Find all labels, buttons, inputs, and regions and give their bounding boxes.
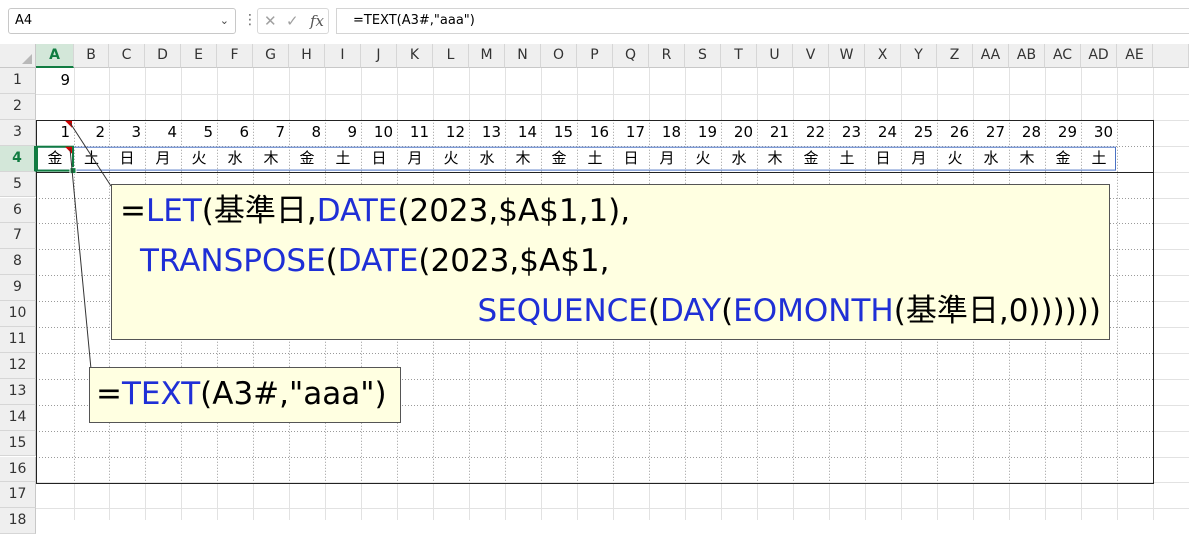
callout-line-1: =TEXT(A3#,"aaa") bbox=[96, 374, 387, 414]
cell-day-29[interactable]: 29 bbox=[1045, 120, 1081, 146]
cell-weekday-2[interactable]: 土 bbox=[74, 146, 109, 172]
let-line2-function-2: DATE bbox=[337, 243, 419, 279]
let-line3-function-0: SEQUENCE bbox=[477, 293, 648, 329]
cell-day-12[interactable]: 12 bbox=[433, 120, 469, 146]
text-line1-text-2: (A3#,"aaa") bbox=[200, 376, 387, 412]
cell-weekday-3[interactable]: 日 bbox=[109, 146, 145, 172]
cell-day-9[interactable]: 9 bbox=[325, 120, 361, 146]
cell-weekday-14[interactable]: 木 bbox=[505, 146, 541, 172]
cell-day-30[interactable]: 30 bbox=[1081, 120, 1117, 146]
cell-weekday-27[interactable]: 水 bbox=[973, 146, 1009, 172]
cell-day-27[interactable]: 27 bbox=[973, 120, 1009, 146]
cell-day-11[interactable]: 11 bbox=[397, 120, 433, 146]
cell-day-4[interactable]: 4 bbox=[145, 120, 181, 146]
formula-bar: A4 ⌄ ⋮ ✕ ✓ fx =TEXT(A3#,"aaa") bbox=[0, 0, 1189, 44]
cell-day-8[interactable]: 8 bbox=[289, 120, 325, 146]
cell-weekday-23[interactable]: 土 bbox=[829, 146, 865, 172]
enter-icon[interactable]: ✓ bbox=[286, 11, 299, 31]
cell-day-14[interactable]: 14 bbox=[505, 120, 541, 146]
let-line3-function-2: DAY bbox=[660, 293, 722, 329]
let-line1-text-2: (基準日, bbox=[201, 193, 317, 229]
cell-day-24[interactable]: 24 bbox=[865, 120, 901, 146]
let-line2-function-0: TRANSPOSE bbox=[140, 243, 326, 279]
text-line1-function-1: TEXT bbox=[121, 376, 201, 412]
cell-weekday-13[interactable]: 水 bbox=[469, 146, 505, 172]
cell-day-20[interactable]: 20 bbox=[721, 120, 757, 146]
cell-weekday-17[interactable]: 日 bbox=[613, 146, 649, 172]
let-line1-text-0: = bbox=[120, 193, 146, 229]
cell-weekday-24[interactable]: 日 bbox=[865, 146, 901, 172]
cell-weekday-28[interactable]: 木 bbox=[1009, 146, 1045, 172]
callout-line-2: TRANSPOSE(DATE(2023,$A$1, bbox=[140, 241, 610, 281]
cell-weekday-11[interactable]: 月 bbox=[397, 146, 433, 172]
formula-bar-buttons: ✕ ✓ fx bbox=[257, 8, 329, 34]
let-line1-text-4: (2023,$A$1,1), bbox=[397, 193, 631, 229]
cell-day-15[interactable]: 15 bbox=[541, 120, 577, 146]
cell-weekday-10[interactable]: 日 bbox=[361, 146, 397, 172]
cell-day-22[interactable]: 22 bbox=[793, 120, 829, 146]
cell-weekday-25[interactable]: 月 bbox=[901, 146, 937, 172]
formula-callout-let: =LET(基準日,DATE(2023,$A$1,1), TRANSPOSE(DA… bbox=[111, 184, 1110, 340]
formula-callout-text: =TEXT(A3#,"aaa") bbox=[89, 367, 401, 423]
let-line2-text-1: ( bbox=[325, 243, 338, 279]
function-icon[interactable]: fx bbox=[310, 11, 324, 31]
cell-day-10[interactable]: 10 bbox=[361, 120, 397, 146]
cell-a1[interactable]: 9 bbox=[36, 68, 74, 94]
cell-day-16[interactable]: 16 bbox=[577, 120, 613, 146]
cell-day-28[interactable]: 28 bbox=[1009, 120, 1045, 146]
name-box[interactable]: A4 ⌄ bbox=[8, 8, 236, 34]
let-line3-text-5: (基準日,0)))))) bbox=[893, 293, 1101, 329]
cell-weekday-20[interactable]: 水 bbox=[721, 146, 757, 172]
cell-day-18[interactable]: 18 bbox=[649, 120, 685, 146]
cell-day-7[interactable]: 7 bbox=[253, 120, 289, 146]
cell-weekday-7[interactable]: 木 bbox=[253, 146, 289, 172]
cell-weekday-1[interactable]: 金 bbox=[36, 146, 74, 172]
cell-day-26[interactable]: 26 bbox=[937, 120, 973, 146]
callout-line-1: =LET(基準日,DATE(2023,$A$1,1), bbox=[120, 191, 630, 231]
text-line1-text-0: = bbox=[96, 376, 122, 412]
cell-day-17[interactable]: 17 bbox=[613, 120, 649, 146]
cell-day-5[interactable]: 5 bbox=[181, 120, 217, 146]
let-line3-text-1: ( bbox=[647, 293, 660, 329]
cell-weekday-18[interactable]: 月 bbox=[649, 146, 685, 172]
cell-day-23[interactable]: 23 bbox=[829, 120, 865, 146]
cell-day-6[interactable]: 6 bbox=[217, 120, 253, 146]
cell-weekday-26[interactable]: 火 bbox=[937, 146, 973, 172]
cell-weekday-5[interactable]: 火 bbox=[181, 146, 217, 172]
cell-weekday-12[interactable]: 火 bbox=[433, 146, 469, 172]
cell-weekday-15[interactable]: 金 bbox=[541, 146, 577, 172]
formula-input[interactable]: =TEXT(A3#,"aaa") bbox=[336, 8, 1189, 34]
cell-weekday-30[interactable]: 土 bbox=[1081, 146, 1117, 172]
cell-day-25[interactable]: 25 bbox=[901, 120, 937, 146]
cell-day-19[interactable]: 19 bbox=[685, 120, 721, 146]
let-line3-text-3: ( bbox=[721, 293, 734, 329]
cell-day-13[interactable]: 13 bbox=[469, 120, 505, 146]
cell-weekday-22[interactable]: 金 bbox=[793, 146, 829, 172]
cell-weekday-21[interactable]: 木 bbox=[757, 146, 793, 172]
cell-weekday-19[interactable]: 火 bbox=[685, 146, 721, 172]
cell-weekday-8[interactable]: 金 bbox=[289, 146, 325, 172]
cell-day-3[interactable]: 3 bbox=[109, 120, 145, 146]
more-options-icon[interactable]: ⋮ bbox=[243, 10, 257, 30]
callout-line-3: SEQUENCE(DAY(EOMONTH(基準日,0)))))) bbox=[478, 291, 1101, 331]
cell-weekday-16[interactable]: 土 bbox=[577, 146, 613, 172]
cell-weekday-6[interactable]: 水 bbox=[217, 146, 253, 172]
chevron-down-icon[interactable]: ⌄ bbox=[220, 9, 229, 33]
cell-weekday-29[interactable]: 金 bbox=[1045, 146, 1081, 172]
cell-weekday-4[interactable]: 月 bbox=[145, 146, 181, 172]
cancel-icon[interactable]: ✕ bbox=[264, 11, 277, 31]
let-line1-function-1: LET bbox=[145, 193, 202, 229]
cell-day-2[interactable]: 2 bbox=[74, 120, 109, 146]
formula-text: =TEXT(A3#,"aaa") bbox=[353, 13, 475, 28]
name-box-value: A4 bbox=[15, 13, 33, 28]
cell-day-1[interactable]: 1 bbox=[36, 120, 74, 146]
let-line2-text-3: (2023,$A$1, bbox=[418, 243, 610, 279]
let-line1-function-3: DATE bbox=[316, 193, 398, 229]
cell-weekday-9[interactable]: 土 bbox=[325, 146, 361, 172]
let-line3-function-4: EOMONTH bbox=[733, 293, 894, 329]
cell-day-21[interactable]: 21 bbox=[757, 120, 793, 146]
